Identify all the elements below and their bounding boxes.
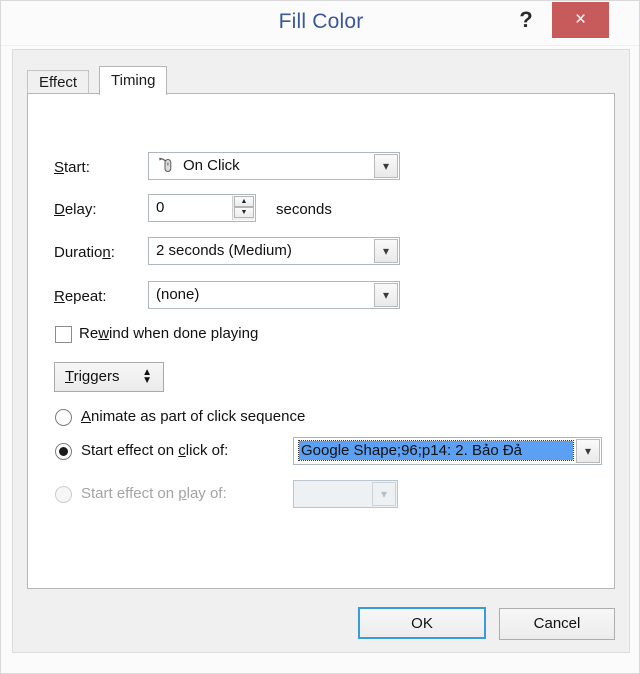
help-button[interactable]: ? <box>509 5 543 37</box>
tab-strip: Effect Timing <box>27 66 615 95</box>
delay-value: 0 <box>156 199 165 216</box>
rewind-label[interactable]: Rewind when done playing <box>79 325 258 342</box>
chevron-down-icon[interactable]: ▾ <box>374 283 398 307</box>
start-on-click-value: Google Shape;96;p14: 2. Bảo Đả <box>298 440 574 461</box>
chevron-down-icon: ▾ <box>372 482 396 506</box>
animate-click-sequence-label[interactable]: Animate as part of click sequence <box>81 408 305 425</box>
repeat-combo-value: (none) <box>156 286 200 303</box>
spin-down-icon[interactable]: ▼ <box>234 207 254 218</box>
ok-button[interactable]: OK <box>358 607 486 639</box>
start-combo[interactable]: On Click ▾ <box>148 152 400 180</box>
fill-color-dialog: Fill Color ? × Effect Timing Start: On C… <box>0 0 640 674</box>
start-on-play-label: Start effect on play of: <box>81 485 227 502</box>
start-on-play-combo: ▾ <box>293 480 398 508</box>
delay-units-label: seconds <box>276 201 332 218</box>
chevron-down-icon[interactable]: ▾ <box>374 239 398 263</box>
dialog-title: Fill Color <box>278 10 364 33</box>
spin-up-icon[interactable]: ▲ <box>234 196 254 207</box>
start-on-click-label[interactable]: Start effect on click of: <box>81 442 228 459</box>
duration-combo-value: 2 seconds (Medium) <box>156 242 292 259</box>
radio-start-on-click[interactable] <box>55 443 72 460</box>
timing-tab-panel: Start: On Click ▾ Delay: 0 ▲ ▼ seconds D… <box>27 93 615 589</box>
delay-spinner[interactable]: 0 ▲ ▼ <box>148 194 256 222</box>
delay-spin-buttons[interactable]: ▲ ▼ <box>232 196 254 220</box>
dialog-frame: Effect Timing Start: On Click ▾ Delay: 0… <box>12 49 630 653</box>
tab-timing[interactable]: Timing <box>99 66 168 95</box>
start-on-click-combo[interactable]: Google Shape;96;p14: 2. Bảo Đả ▾ <box>293 437 602 465</box>
delay-label: Delay: <box>54 201 97 218</box>
chevron-down-icon[interactable]: ▾ <box>576 439 600 463</box>
start-combo-value: On Click <box>183 157 240 174</box>
radio-animate-click-sequence[interactable] <box>55 409 72 426</box>
rewind-checkbox[interactable] <box>55 326 72 343</box>
repeat-label: Repeat: <box>54 288 107 305</box>
start-label: Start: <box>54 159 90 176</box>
close-button[interactable]: × <box>552 2 609 38</box>
expand-collapse-icon: ▲ ▼ <box>142 367 152 386</box>
cancel-button[interactable]: Cancel <box>499 608 615 640</box>
radio-start-on-play <box>55 486 72 503</box>
title-bar: Fill Color ? × <box>1 1 639 46</box>
triggers-button[interactable]: Triggers ▲ ▼ <box>54 362 164 392</box>
duration-combo[interactable]: 2 seconds (Medium) ▾ <box>148 237 400 265</box>
mouse-click-icon <box>159 157 172 173</box>
repeat-combo[interactable]: (none) ▾ <box>148 281 400 309</box>
chevron-down-icon[interactable]: ▾ <box>374 154 398 178</box>
duration-label: Duration: <box>54 244 115 261</box>
tab-effect[interactable]: Effect <box>27 70 90 95</box>
